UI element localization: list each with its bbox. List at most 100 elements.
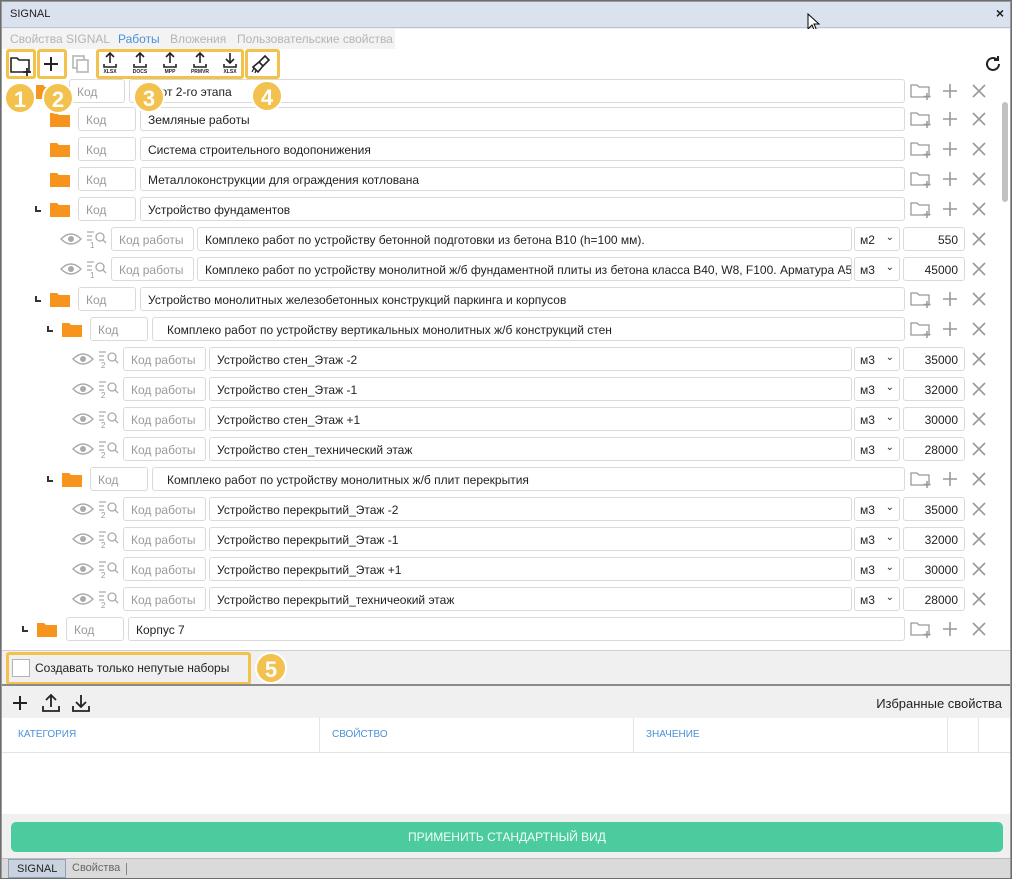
eye-icon[interactable]: [72, 502, 94, 516]
group-name-field[interactable]: Земляные работы: [140, 107, 905, 131]
close-icon[interactable]: ×: [996, 5, 1004, 21]
column-header-value[interactable]: ЗНАЧЕНИЕ: [634, 718, 948, 752]
tree-expander-icon[interactable]: [35, 296, 41, 302]
unit-select[interactable]: м3 ⌄: [854, 347, 900, 371]
tree-group-row[interactable]: Код Корпус 7: [2, 614, 992, 644]
tree-work-row[interactable]: 2 Код работы Устройство перекрытий_Этаж …: [2, 554, 992, 584]
tree-group-row[interactable]: Код Система строительного водопонижения: [2, 134, 992, 164]
work-name-field[interactable]: Комплеко работ по устройству монолитной …: [197, 257, 852, 281]
work-code-field[interactable]: Код работы: [111, 227, 194, 251]
quantity-field[interactable]: 550: [903, 227, 965, 251]
work-code-field[interactable]: Код работы: [123, 557, 206, 581]
quantity-field[interactable]: 28000: [903, 587, 965, 611]
group-name-field[interactable]: ...абот 2-го этапа: [129, 79, 905, 103]
work-code-field[interactable]: Код работы: [123, 437, 206, 461]
unit-select[interactable]: м3 ⌄: [854, 557, 900, 581]
close-icon[interactable]: [969, 409, 989, 429]
quantity-field[interactable]: 35000: [903, 497, 965, 521]
tree-work-row[interactable]: 2 Код работы Устройство перекрытий_техни…: [2, 584, 992, 614]
tree-group-row[interactable]: Код Комплеко работ по устройству монолит…: [2, 464, 992, 494]
unit-select[interactable]: м3 ⌄: [854, 257, 900, 281]
close-icon[interactable]: [969, 559, 989, 579]
folder-add-icon[interactable]: [909, 109, 933, 129]
work-name-field[interactable]: Устройство перекрытий_Этаж -2: [209, 497, 852, 521]
tree-work-row[interactable]: 2 Код работы Устройство стен_Этаж +1 м3 ⌄…: [2, 404, 992, 434]
close-icon[interactable]: [969, 139, 989, 159]
tree-work-row[interactable]: 1 Код работы Комплеко работ по устройств…: [2, 224, 992, 254]
tab-attachments[interactable]: Вложения: [170, 32, 226, 46]
copy-button[interactable]: [66, 50, 96, 78]
unit-select[interactable]: м2 ⌄: [854, 227, 900, 251]
folder-add-icon[interactable]: [909, 289, 933, 309]
quantity-field[interactable]: 30000: [903, 557, 965, 581]
unit-select[interactable]: м3 ⌄: [854, 437, 900, 461]
close-icon[interactable]: [969, 199, 989, 219]
work-name-field[interactable]: Устройство стен_Этаж +1: [209, 407, 852, 431]
upload-icon[interactable]: [40, 692, 62, 714]
folder-add-icon[interactable]: [909, 81, 933, 101]
unit-select[interactable]: м3 ⌄: [854, 587, 900, 611]
tree-work-row[interactable]: 2 Код работы Устройство перекрытий_Этаж …: [2, 524, 992, 554]
tab-signal-properties[interactable]: Свойства SIGNAL: [10, 32, 110, 46]
plus-icon[interactable]: [940, 199, 960, 219]
work-code-field[interactable]: Код работы: [123, 377, 206, 401]
close-icon[interactable]: [969, 169, 989, 189]
close-icon[interactable]: [969, 259, 989, 279]
close-icon[interactable]: [969, 379, 989, 399]
group-name-field[interactable]: Система строительного водопонижения: [140, 137, 905, 161]
quantity-field[interactable]: 32000: [903, 527, 965, 551]
unit-select[interactable]: м3 ⌄: [854, 497, 900, 521]
close-icon[interactable]: [969, 289, 989, 309]
code-field[interactable]: Код: [90, 317, 148, 341]
tree-group-row[interactable]: Код Комплеко работ по устройству вертика…: [2, 314, 992, 344]
tree-group-row[interactable]: Код Устройство фундаментов: [2, 194, 992, 224]
eye-icon[interactable]: [60, 262, 82, 276]
folder-add-icon[interactable]: [909, 169, 933, 189]
eye-icon[interactable]: [72, 562, 94, 576]
quantity-field[interactable]: 30000: [903, 407, 965, 431]
work-code-field[interactable]: Код работы: [123, 587, 206, 611]
tree-work-row[interactable]: 2 Код работы Устройство стен_технический…: [2, 434, 992, 464]
close-icon[interactable]: [969, 589, 989, 609]
quantity-field[interactable]: 32000: [903, 377, 965, 401]
work-name-field[interactable]: Устройство стен_Этаж -2: [209, 347, 852, 371]
group-name-field[interactable]: Устройство монолитных железобетонных кон…: [140, 287, 905, 311]
eye-icon[interactable]: [72, 352, 94, 366]
code-field[interactable]: Код: [78, 287, 136, 311]
column-header-property[interactable]: СВОЙСТВО: [320, 718, 634, 752]
close-icon[interactable]: [969, 81, 989, 101]
folder-add-icon[interactable]: [909, 319, 933, 339]
code-field[interactable]: Код: [66, 617, 124, 641]
work-name-field[interactable]: Устройство перекрытий_техничеокий этаж: [209, 587, 852, 611]
code-field[interactable]: Код: [78, 167, 136, 191]
unit-select[interactable]: м3 ⌄: [854, 377, 900, 401]
refresh-button[interactable]: [978, 50, 1008, 78]
group-name-field[interactable]: Металлоконструкции для ограждения котлов…: [140, 167, 905, 191]
plus-icon[interactable]: [940, 81, 960, 101]
close-icon[interactable]: [969, 439, 989, 459]
close-icon[interactable]: [969, 469, 989, 489]
work-name-field[interactable]: Устройство стен_технический этаж: [209, 437, 852, 461]
close-icon[interactable]: [969, 109, 989, 129]
close-icon[interactable]: [969, 349, 989, 369]
code-field[interactable]: Код: [69, 79, 125, 103]
tree-work-row[interactable]: 2 Код работы Устройство стен_Этаж -2 м3 ⌄…: [2, 344, 992, 374]
work-code-field[interactable]: Код работы: [123, 527, 206, 551]
quantity-field[interactable]: 35000: [903, 347, 965, 371]
column-header-category[interactable]: КАТЕГОРИЯ: [6, 718, 320, 752]
group-name-field[interactable]: Комплеко работ по устройству вертикальны…: [152, 317, 905, 341]
folder-add-icon[interactable]: [909, 469, 933, 489]
tab-signal[interactable]: SIGNAL: [8, 859, 67, 878]
eye-icon[interactable]: [72, 532, 94, 546]
eye-icon[interactable]: [72, 382, 94, 396]
tree-expander-icon[interactable]: [47, 326, 53, 332]
tree-scrollbar[interactable]: [1002, 102, 1008, 202]
eye-icon[interactable]: [72, 412, 94, 426]
tree-expander-icon[interactable]: [22, 626, 28, 632]
work-code-field[interactable]: Код работы: [123, 347, 206, 371]
plus-icon[interactable]: [940, 619, 960, 639]
work-code-field[interactable]: Код работы: [123, 497, 206, 521]
tab-user-properties[interactable]: Пользовательские свойства: [237, 32, 393, 46]
code-field[interactable]: Код: [78, 137, 136, 161]
plus-icon[interactable]: [10, 693, 30, 713]
